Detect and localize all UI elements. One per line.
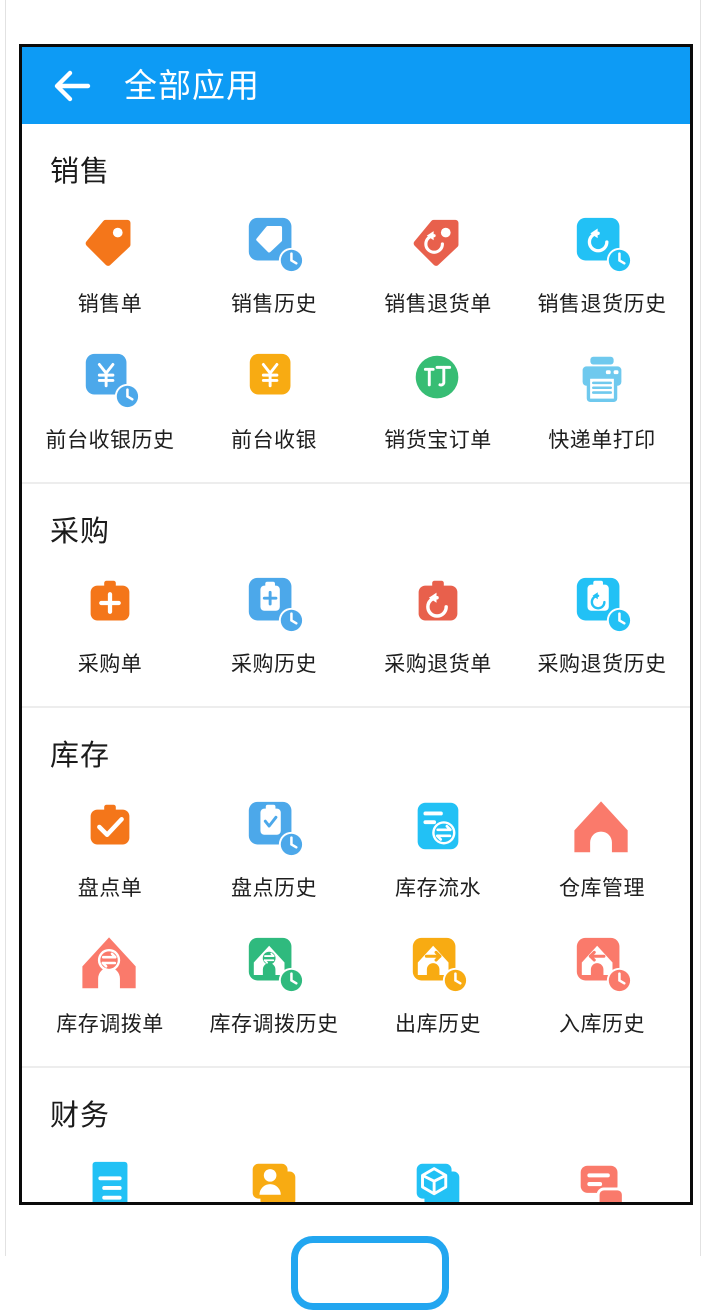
app-item-outbound-history-icon[interactable]: 出库历史 (356, 916, 520, 1052)
tag-return-icon (407, 212, 469, 274)
app-item-tag-history-icon[interactable]: 销售历史 (192, 196, 356, 332)
app-item-label: 销售单 (77, 292, 143, 316)
phone-frame: 全部应用 销售销售单 销售历史 销售退货单 销售退货历史前台收银历史 前台收银 销货宝订单… (19, 44, 693, 1205)
app-bar: 全部应用 (22, 47, 690, 124)
app-item-label: 前台收银 (231, 428, 317, 452)
app-item-warehouse-icon[interactable]: 仓库管理 (520, 780, 684, 916)
case-plus-icon (79, 572, 141, 634)
tag-history-icon (243, 212, 305, 274)
tag-return-history-icon (571, 212, 633, 274)
app-grid: 销售单 销售历史 销售退货单 销售退货历史前台收银历史 前台收银 销货宝订单 快递单打印 (22, 196, 690, 482)
app-item-label: 库存调拨单 (56, 1012, 164, 1036)
page-title: 全部应用 (124, 66, 260, 105)
app-item-label: 入库历史 (559, 1012, 645, 1036)
stock-flow-icon (407, 796, 469, 858)
page-guide-left (5, 0, 6, 1256)
cashier-history-icon (79, 348, 141, 410)
app-list-content[interactable]: 销售销售单 销售历史 销售退货单 销售退货历史前台收银历史 前台收银 销货宝订单 快递单打印… (22, 124, 690, 1202)
transfer-icon (79, 932, 141, 994)
app-item-product-icon[interactable] (356, 1140, 520, 1202)
app-item-cashier-history-icon[interactable]: 前台收银历史 (28, 332, 192, 468)
app-grid (22, 1140, 690, 1202)
contact-icon (243, 1156, 305, 1202)
section-title: 财务 (50, 1098, 111, 1132)
app-item-label: 盘点单 (77, 876, 143, 900)
section-title: 采购 (50, 514, 111, 548)
printer-icon (571, 348, 633, 410)
app-item-label: 采购退货单 (384, 652, 492, 676)
warehouse-icon (571, 796, 633, 858)
app-item-label: 销售退货单 (384, 292, 492, 316)
case-plus-history-icon (243, 572, 305, 634)
app-item-case-check-icon[interactable]: 盘点单 (28, 780, 192, 916)
app-item-label: 快递单打印 (548, 428, 656, 452)
app-item-label: 采购单 (77, 652, 143, 676)
app-grid: 盘点单 盘点历史 库存流水 仓库管理库存调拨单 库存调拨历史 出库历史 入库历史 (22, 780, 690, 1066)
app-item-case-plus-icon[interactable]: 采购单 (28, 556, 192, 692)
app-item-label: 采购历史 (231, 652, 317, 676)
app-item-tag-icon[interactable]: 销售单 (28, 196, 192, 332)
app-item-tag-return-history-icon[interactable]: 销售退货历史 (520, 196, 684, 332)
case-return-history-icon (571, 572, 633, 634)
app-item-transfer-history-icon[interactable]: 库存调拨历史 (192, 916, 356, 1052)
app-item-label: 库存流水 (395, 876, 481, 900)
app-item-printer-icon[interactable]: 快递单打印 (520, 332, 684, 468)
app-item-receipt-icon[interactable] (28, 1140, 192, 1202)
app-item-case-plus-history-icon[interactable]: 采购历史 (192, 556, 356, 692)
case-check-history-icon (243, 796, 305, 858)
product-icon (407, 1156, 469, 1202)
app-item-case-return-history-icon[interactable]: 采购退货历史 (520, 556, 684, 692)
app-item-label: 销售退货历史 (537, 292, 667, 316)
app-item-order-circle-icon[interactable]: 销货宝订单 (356, 332, 520, 468)
app-item-label: 销货宝订单 (384, 428, 492, 452)
message-icon (571, 1156, 633, 1202)
transfer-history-icon (243, 932, 305, 994)
bottom-rounded-shape (291, 1236, 449, 1310)
app-item-label: 仓库管理 (559, 876, 645, 900)
section-2: 库存盘点单 盘点历史 库存流水 仓库管理库存调拨单 库存调拨历史 出库历史 入库历史 (22, 706, 690, 1066)
app-item-tag-return-icon[interactable]: 销售退货单 (356, 196, 520, 332)
page-guide-right (700, 0, 701, 1256)
section-3: 财务 (22, 1066, 690, 1202)
case-check-icon (79, 796, 141, 858)
app-item-case-check-history-icon[interactable]: 盘点历史 (192, 780, 356, 916)
app-item-label: 前台收银历史 (45, 428, 175, 452)
order-circle-icon (407, 348, 469, 410)
receipt-icon (79, 1156, 141, 1202)
section-1: 采购采购单 采购历史 采购退货单 采购退货历史 (22, 482, 690, 706)
app-item-message-icon[interactable] (520, 1140, 684, 1202)
arrow-left-icon[interactable] (50, 64, 94, 108)
outbound-history-icon (407, 932, 469, 994)
cashier-icon (243, 348, 305, 410)
app-item-label: 库存调拨历史 (209, 1012, 339, 1036)
app-item-transfer-icon[interactable]: 库存调拨单 (28, 916, 192, 1052)
app-item-label: 出库历史 (395, 1012, 481, 1036)
app-item-inbound-history-icon[interactable]: 入库历史 (520, 916, 684, 1052)
tag-icon (79, 212, 141, 274)
case-return-icon (407, 572, 469, 634)
section-0: 销售销售单 销售历史 销售退货单 销售退货历史前台收银历史 前台收银 销货宝订单 快递单打印 (22, 124, 690, 482)
section-title: 库存 (50, 738, 111, 772)
app-item-stock-flow-icon[interactable]: 库存流水 (356, 780, 520, 916)
app-item-cashier-icon[interactable]: 前台收银 (192, 332, 356, 468)
app-grid: 采购单 采购历史 采购退货单 采购退货历史 (22, 556, 690, 706)
app-item-case-return-icon[interactable]: 采购退货单 (356, 556, 520, 692)
app-item-label: 销售历史 (231, 292, 317, 316)
app-item-label: 盘点历史 (231, 876, 317, 900)
app-item-contact-icon[interactable] (192, 1140, 356, 1202)
section-title: 销售 (50, 154, 111, 188)
app-item-label: 采购退货历史 (537, 652, 667, 676)
inbound-history-icon (571, 932, 633, 994)
